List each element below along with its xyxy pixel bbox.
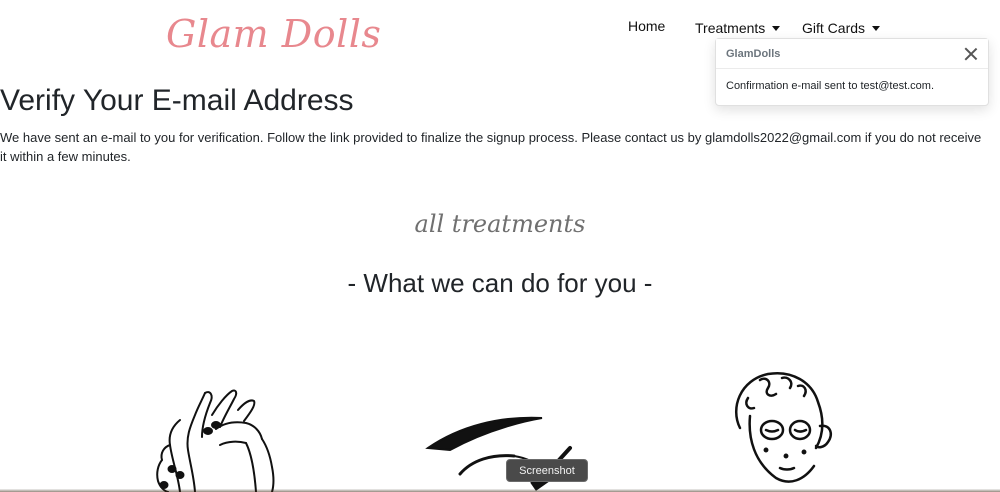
screenshot-button[interactable]: Screenshot	[506, 459, 588, 482]
treatments-script-title: all treatments	[414, 210, 586, 238]
treatments-heading: - What we can do for you -	[347, 268, 653, 298]
close-icon[interactable]	[964, 47, 978, 61]
chevron-down-icon	[872, 26, 881, 31]
toast-header: GlamDolls	[716, 39, 988, 69]
nav-gift-cards-label: Gift Cards	[802, 20, 866, 36]
nav-home-link[interactable]: Home	[628, 18, 665, 34]
facial-mask-icon	[735, 371, 832, 483]
manicure-hands-icon	[156, 389, 275, 492]
nav-treatments-label: Treatments	[695, 20, 766, 36]
nav-treatments-dropdown[interactable]: Treatments	[695, 20, 781, 36]
notification-toast: GlamDolls Confirmation e-mail sent to te…	[715, 38, 989, 106]
nav-gift-cards-dropdown[interactable]: Gift Cards	[802, 20, 881, 36]
page: Glam Dolls Home Treatments Gift Cards Gl…	[0, 0, 1000, 492]
brand-logo[interactable]: Glam Dolls	[166, 12, 381, 56]
page-title: Verify Your E-mail Address	[0, 84, 354, 117]
chevron-down-icon	[772, 26, 781, 31]
verification-instructions: We have sent an e-mail to you for verifi…	[0, 130, 982, 164]
toast-title: GlamDolls	[726, 47, 781, 60]
toast-message: Confirmation e-mail sent to test@test.co…	[726, 80, 935, 92]
